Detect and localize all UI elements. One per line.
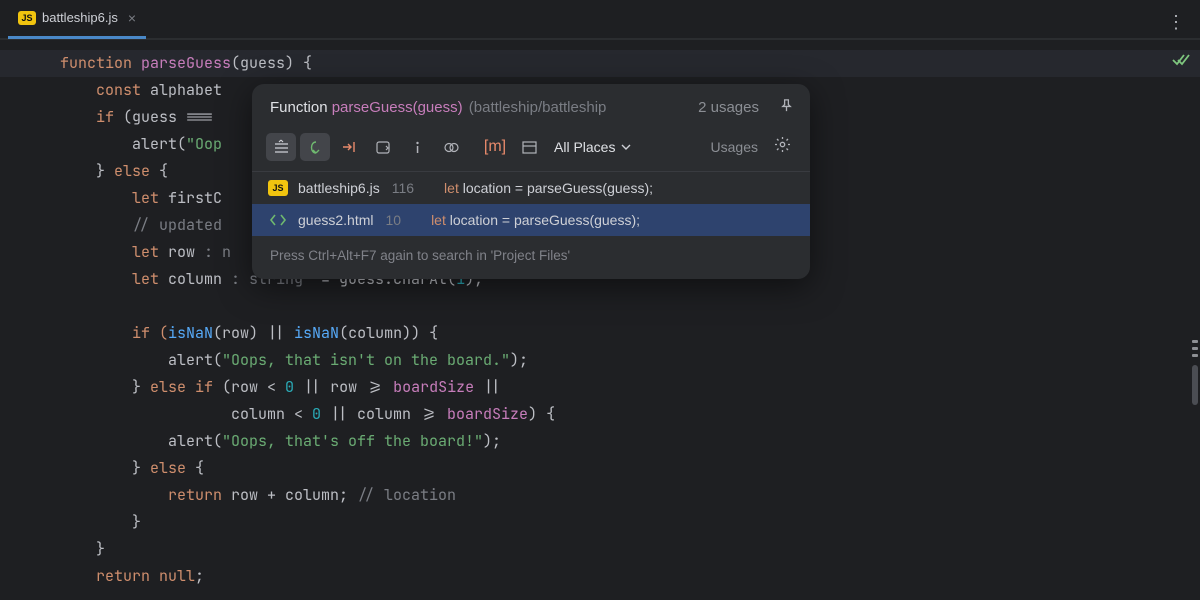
result-line-number: 116	[392, 180, 414, 196]
expand-all-icon[interactable]	[266, 133, 296, 161]
usage-result-row[interactable]: guess2.html 10 let location = parseGuess…	[252, 204, 810, 236]
code-line: if (isNaN(row) || isNaN(column)) {	[0, 320, 1200, 347]
filter-overlap-icon[interactable]	[436, 133, 466, 161]
code-line: alert("Oops, that isn't on the board.");	[0, 347, 1200, 374]
filter-preview-icon[interactable]	[514, 133, 544, 161]
editor-minimap[interactable]	[1192, 340, 1198, 405]
result-line-number: 10	[385, 212, 401, 228]
js-file-icon: JS	[18, 11, 36, 25]
code-line: } else {	[0, 455, 1200, 482]
code-line: } else if (row < 0 || row >= boardSize |…	[0, 374, 1200, 401]
code-line: function parseGuess(guess) {	[0, 50, 1200, 77]
navigate-source-icon[interactable]	[334, 133, 364, 161]
code-line: alert("Oops, that's off the board!");	[0, 428, 1200, 455]
code-line: return null;	[0, 563, 1200, 590]
popup-toolbar: [m] All Places Usages	[252, 129, 810, 172]
analysis-status-icon[interactable]	[1172, 50, 1190, 77]
code-line: }	[0, 536, 1200, 563]
usage-result-row[interactable]: JS battleship6.js 116 let location = par…	[252, 172, 810, 204]
code-line: column < 0 || column >= boardSize) {	[0, 401, 1200, 428]
code-line	[0, 293, 1200, 320]
popup-title: Function parseGuess(guess) (battleship/b…	[270, 99, 606, 116]
tab-filename: battleship6.js	[42, 10, 118, 25]
usages-count-label: 2 usages	[698, 99, 759, 116]
result-filename: guess2.html	[298, 212, 373, 228]
open-in-tool-window-icon[interactable]	[368, 133, 398, 161]
result-code-preview: let location = parseGuess(guess);	[431, 212, 640, 228]
info-icon[interactable]	[402, 133, 432, 161]
close-tab-icon[interactable]: ×	[128, 10, 136, 26]
html-file-icon	[268, 212, 288, 228]
popup-header: Function parseGuess(guess) (battleship/b…	[252, 84, 810, 129]
scope-dropdown[interactable]: All Places	[554, 139, 631, 155]
file-tab-active[interactable]: JS battleship6.js ×	[8, 0, 146, 39]
find-usages-popup: Function parseGuess(guess) (battleship/b…	[252, 84, 810, 279]
editor-tabbar: JS battleship6.js × ⋮	[0, 0, 1200, 40]
navigate-previous-icon[interactable]	[300, 133, 330, 161]
code-line: return row + column; // location	[0, 482, 1200, 509]
filter-method-icon[interactable]: [m]	[480, 133, 510, 161]
popup-hint-footer: Press Ctrl+Alt+F7 again to search in 'Pr…	[252, 236, 810, 279]
gear-icon[interactable]	[768, 136, 796, 158]
code-line: }	[0, 509, 1200, 536]
pin-icon[interactable]	[779, 98, 794, 117]
result-code-preview: let location = parseGuess(guess);	[444, 180, 653, 196]
js-file-icon: JS	[268, 180, 288, 196]
more-menu-icon[interactable]: ⋮	[1167, 12, 1186, 33]
usages-result-list: JS battleship6.js 116 let location = par…	[252, 172, 810, 236]
result-filename: battleship6.js	[298, 180, 380, 196]
chevron-down-icon	[621, 142, 631, 152]
usages-type-label[interactable]: Usages	[711, 139, 758, 155]
